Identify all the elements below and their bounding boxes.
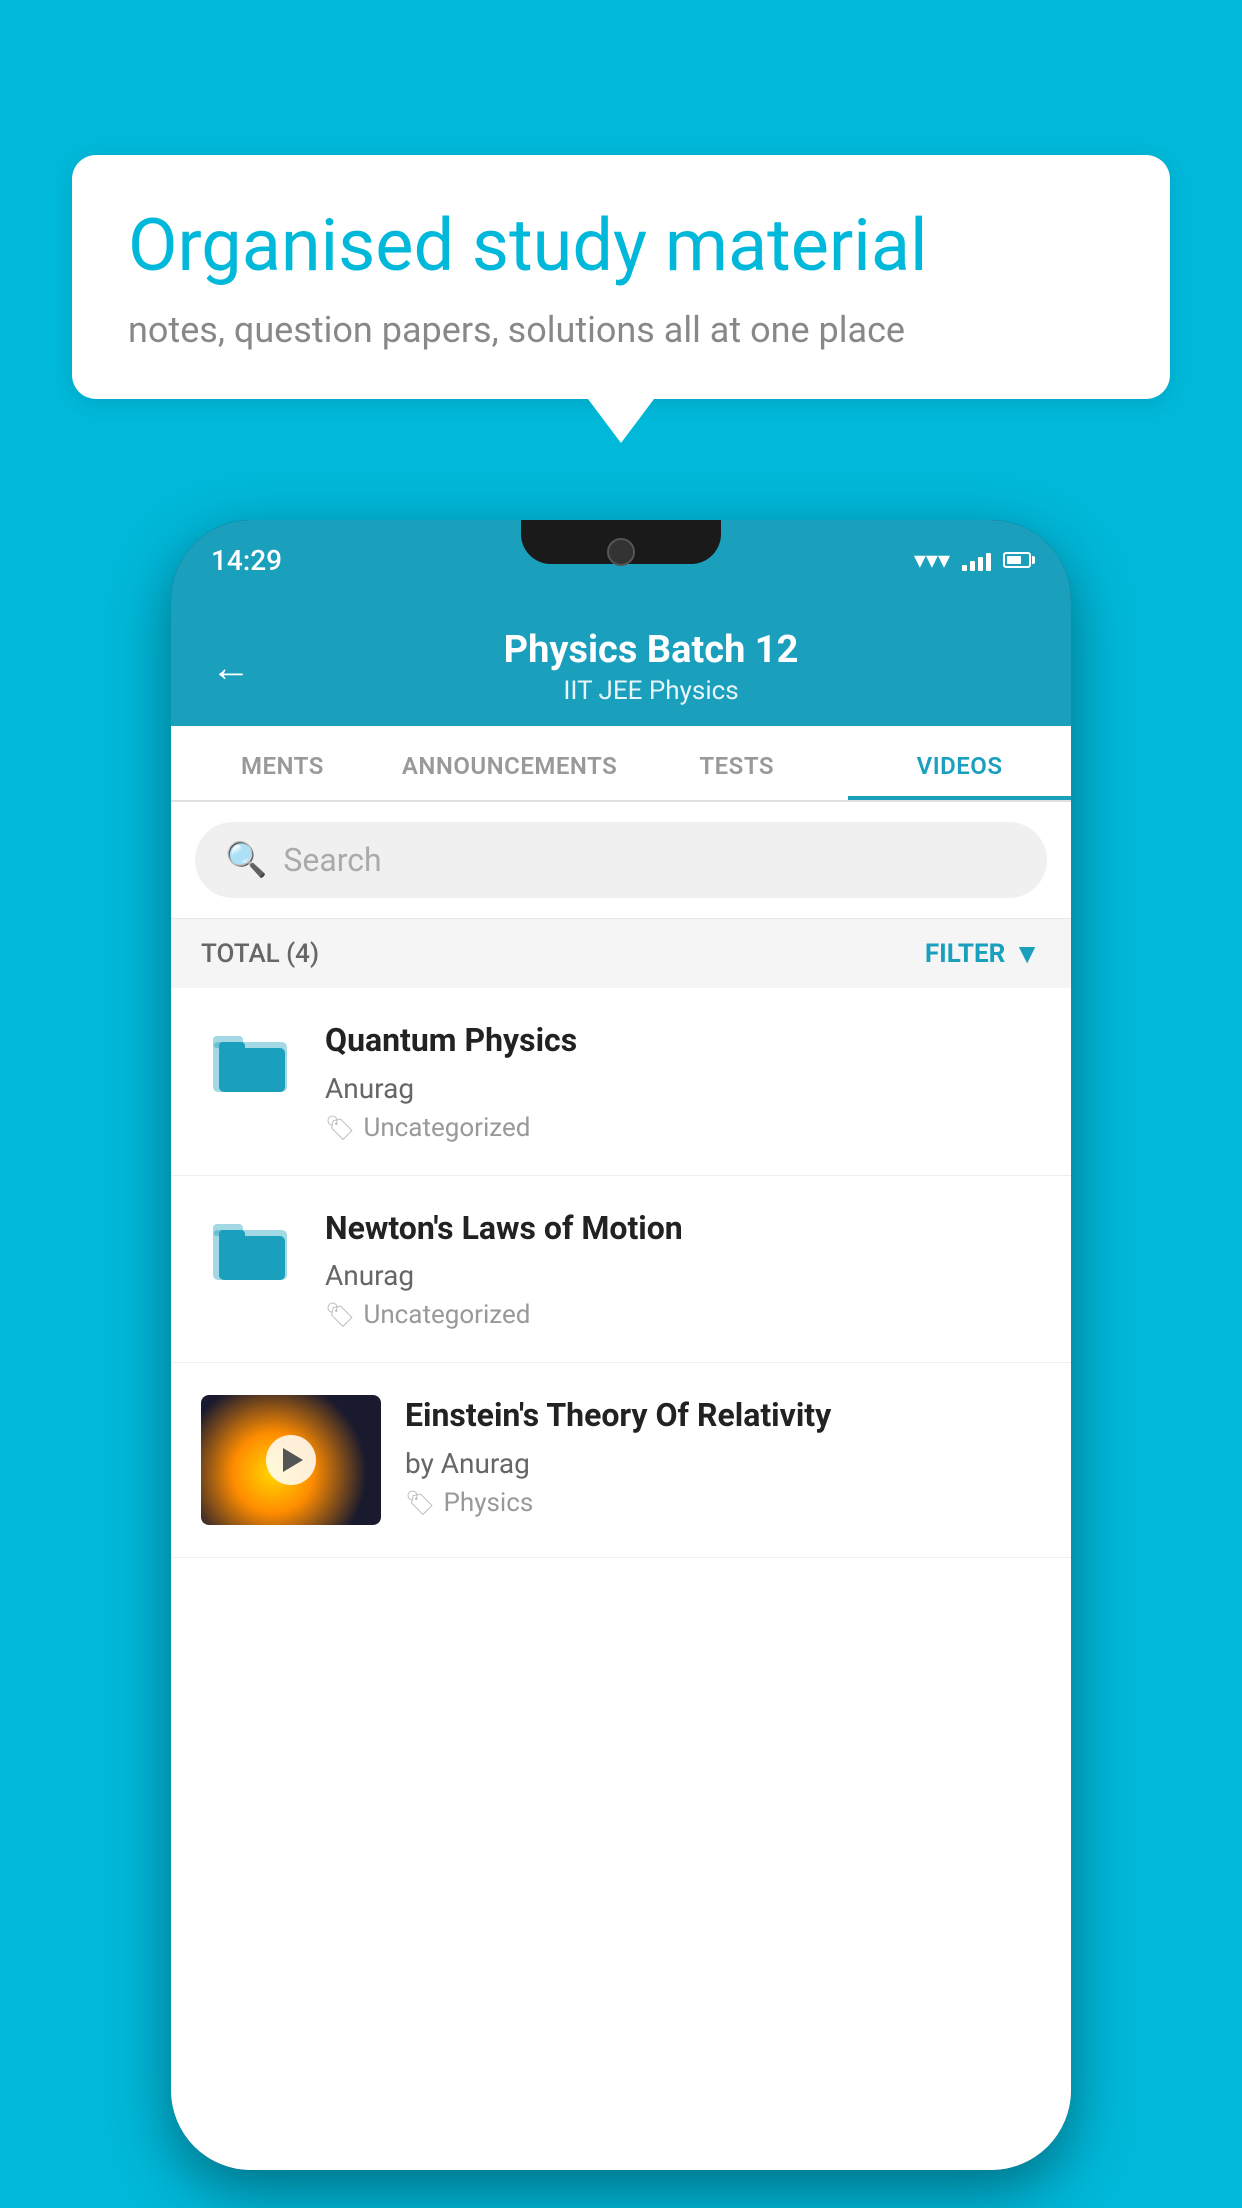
list-item[interactable]: Einstein's Theory Of Relativity by Anura… xyxy=(171,1363,1071,1558)
video-list: Quantum Physics Anurag 🏷 Uncategorized xyxy=(171,988,1071,2170)
phone-screen: ← Physics Batch 12 IIT JEE Physics MENTS… xyxy=(171,600,1071,2170)
tab-videos[interactable]: VIDEOS xyxy=(848,726,1071,800)
battery-icon xyxy=(1003,552,1031,568)
video-title: Quantum Physics xyxy=(325,1020,1041,1062)
tabs-bar: MENTS ANNOUNCEMENTS TESTS VIDEOS xyxy=(171,726,1071,802)
video-author: Anurag xyxy=(325,1072,1041,1105)
folder-svg xyxy=(211,1214,291,1284)
status-icons: ▾▾▾ xyxy=(914,546,1031,574)
tag-label: Uncategorized xyxy=(363,1113,530,1143)
video-info: Quantum Physics Anurag 🏷 Uncategorized xyxy=(325,1020,1041,1143)
search-icon: 🔍 xyxy=(225,840,267,880)
video-tag: 🏷 Uncategorized xyxy=(325,1300,1041,1330)
video-tag: 🏷 Uncategorized xyxy=(325,1113,1041,1143)
status-time: 14:29 xyxy=(211,544,282,577)
bubble-subtitle: notes, question papers, solutions all at… xyxy=(128,309,1114,351)
tab-tests[interactable]: TESTS xyxy=(625,726,848,800)
filter-bar: TOTAL (4) FILTER ▼ xyxy=(171,919,1071,988)
search-input[interactable]: Search xyxy=(283,841,381,879)
bubble-title: Organised study material xyxy=(128,203,1114,289)
search-input-wrap[interactable]: 🔍 Search xyxy=(195,822,1047,898)
app-header: ← Physics Batch 12 IIT JEE Physics xyxy=(171,600,1071,726)
status-bar: 14:29 ▾▾▾ xyxy=(171,520,1071,600)
total-count: TOTAL (4) xyxy=(201,939,319,969)
video-title: Newton's Laws of Motion xyxy=(325,1208,1041,1250)
video-thumbnail xyxy=(201,1395,381,1525)
tag-label: Uncategorized xyxy=(363,1300,530,1330)
wifi-icon: ▾▾▾ xyxy=(914,546,950,574)
header-center: Physics Batch 12 IIT JEE Physics xyxy=(271,628,1031,706)
list-item[interactable]: Newton's Laws of Motion Anurag 🏷 Uncateg… xyxy=(171,1176,1071,1364)
folder-svg xyxy=(211,1026,291,1096)
list-item[interactable]: Quantum Physics Anurag 🏷 Uncategorized xyxy=(171,988,1071,1176)
video-author: Anurag xyxy=(325,1259,1041,1292)
video-info: Einstein's Theory Of Relativity by Anura… xyxy=(405,1395,1041,1518)
header-title: Physics Batch 12 xyxy=(271,628,1031,672)
filter-button[interactable]: FILTER ▼ xyxy=(925,937,1041,970)
search-container: 🔍 Search xyxy=(171,802,1071,919)
camera-notch xyxy=(607,538,635,566)
header-subtitle: IIT JEE Physics xyxy=(271,676,1031,706)
speech-bubble: Organised study material notes, question… xyxy=(72,155,1170,399)
tag-icon: 🏷 xyxy=(325,1301,355,1329)
tab-announcements[interactable]: ANNOUNCEMENTS xyxy=(394,726,625,800)
video-info: Newton's Laws of Motion Anurag 🏷 Uncateg… xyxy=(325,1208,1041,1331)
back-button[interactable]: ← xyxy=(211,644,251,691)
filter-label: FILTER xyxy=(925,939,1005,969)
video-title: Einstein's Theory Of Relativity xyxy=(405,1395,1041,1437)
folder-icon xyxy=(201,1208,301,1284)
video-author: by Anurag xyxy=(405,1447,1041,1480)
phone-device: 14:29 ▾▾▾ ← Physics Batch 12 IIT JEE xyxy=(171,520,1071,2170)
play-button[interactable] xyxy=(266,1435,316,1485)
tab-ments[interactable]: MENTS xyxy=(171,726,394,800)
video-tag: 🏷 Physics xyxy=(405,1488,1041,1518)
folder-icon xyxy=(201,1020,301,1096)
tag-label: Physics xyxy=(443,1488,533,1518)
tag-icon: 🏷 xyxy=(325,1114,355,1142)
filter-icon: ▼ xyxy=(1013,937,1041,970)
signal-icon xyxy=(962,549,991,571)
play-icon xyxy=(283,1448,303,1472)
tag-icon: 🏷 xyxy=(405,1489,435,1517)
